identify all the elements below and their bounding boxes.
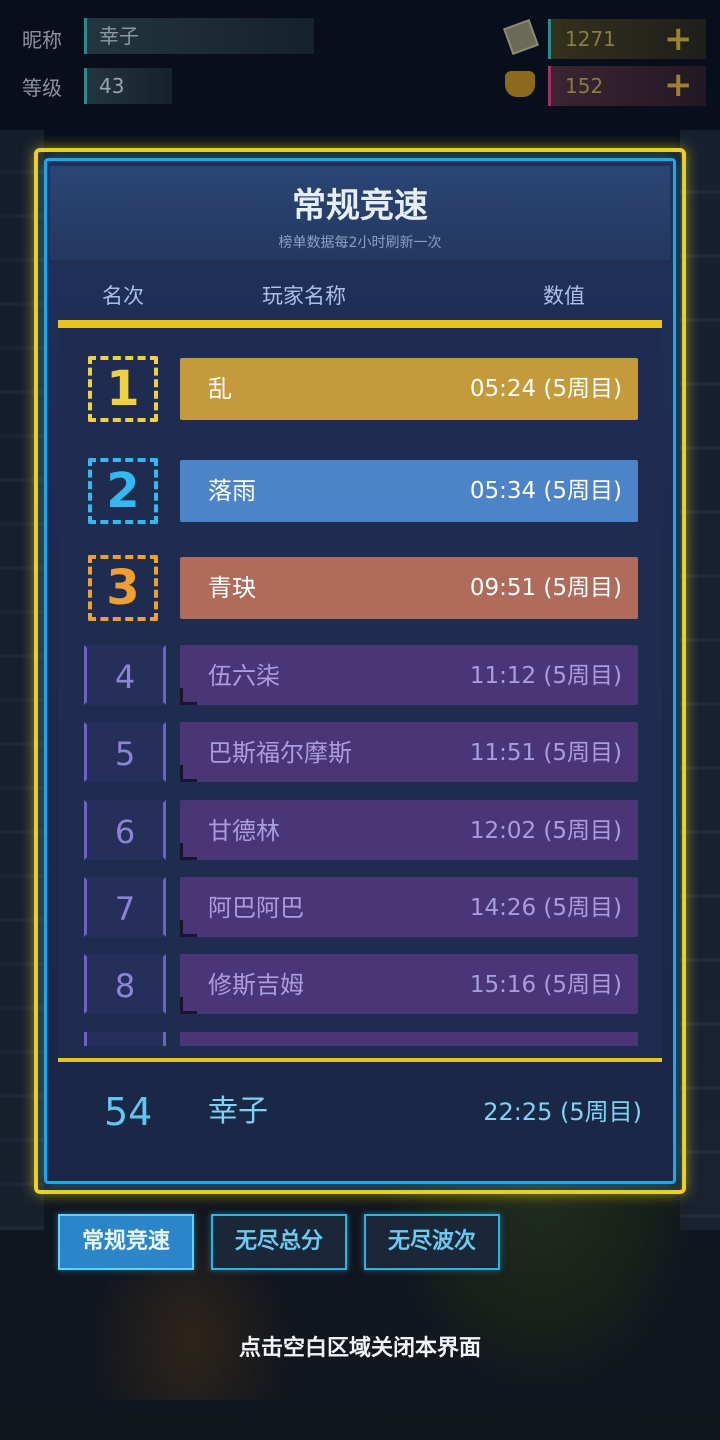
panel-subtitle: 榜单数据每2小时刷新一次 (278, 235, 442, 251)
player-name: 阿巴阿巴 (208, 894, 304, 922)
rank-number: 6 (84, 800, 166, 860)
column-player-header: 玩家名称 (262, 284, 346, 308)
rank-number-partial (84, 1032, 166, 1046)
player-value: 09:51 (5周目) (469, 575, 622, 601)
player-name: 落雨 (208, 477, 256, 505)
leaderboard-row: 1 乱 05:24 (5周目) (0, 356, 720, 422)
tab-endless-score[interactable]: 无尽总分 (211, 1214, 347, 1270)
my-rank-number: 54 (104, 1090, 153, 1134)
leaderboard-row: 3 青玦 09:51 (5周目) (0, 555, 720, 621)
rank-number: 8 (84, 954, 166, 1014)
rank-badge-blue: 2 (88, 458, 158, 524)
my-rank-row: 54 幸子 22:25 (5周目) (0, 1082, 720, 1142)
player-value: 05:24 (5周目) (469, 376, 622, 402)
my-player-name: 幸子 (208, 1094, 268, 1129)
coin-icon (503, 19, 539, 55)
leaderboard-row: 4 伍六柒 11:12 (5周目) (0, 645, 720, 709)
add-coin-button[interactable]: + (664, 22, 693, 56)
player-name: 修斯吉姆 (208, 971, 304, 999)
nickname-label: 昵称 (22, 28, 62, 52)
column-rank-header: 名次 (102, 284, 144, 308)
column-value-header: 数值 (543, 284, 585, 308)
leaderboard-row: 6 甘德林 12:02 (5周目) (0, 800, 720, 864)
my-player-value: 22:25 (5周目) (483, 1098, 642, 1126)
player-value: 05:34 (5周目) (469, 478, 622, 504)
rank-bar-partial (180, 1032, 638, 1046)
player-info-bar: 昵称 幸子 等级 43 1271 + 152 + (0, 0, 720, 118)
rank-number: 7 (84, 877, 166, 937)
close-hint-text: 点击空白区域关闭本界面 (238, 1336, 481, 1361)
player-name: 乱 (208, 375, 232, 403)
rank-number: 4 (84, 645, 166, 705)
player-value: 11:51 (5周目) (469, 740, 622, 766)
nickname-field: 幸子 (84, 18, 314, 54)
player-name: 巴斯福尔摩斯 (208, 739, 352, 767)
player-name: 甘德林 (208, 817, 280, 845)
leaderboard-row: 2 落雨 05:34 (5周目) (0, 458, 720, 524)
player-value: 14:26 (5周目) (469, 895, 622, 921)
tab-regular-race[interactable]: 常规竞速 (58, 1214, 194, 1270)
player-value: 12:02 (5周目) (469, 818, 622, 844)
cat-icon (505, 71, 535, 97)
rank-number: 5 (84, 722, 166, 782)
leaderboard-row: 8 修斯吉姆 15:16 (5周目) (0, 954, 720, 1018)
leaderboard-row: 7 阿巴阿巴 14:26 (5周目) (0, 877, 720, 941)
player-value: 11:12 (5周目) (469, 663, 622, 689)
leaderboard-row: 5 巴斯福尔摩斯 11:51 (5周目) (0, 722, 720, 786)
rank-badge-gold: 1 (88, 356, 158, 422)
panel-title: 常规竞速 (292, 186, 428, 226)
rank-badge-orange: 3 (88, 555, 158, 621)
tab-endless-waves[interactable]: 无尽波次 (364, 1214, 500, 1270)
player-value: 15:16 (5周目) (469, 972, 622, 998)
level-label: 等级 (22, 76, 62, 100)
player-name: 青玦 (208, 574, 256, 602)
player-name: 伍六柒 (208, 662, 280, 690)
add-cat-button[interactable]: + (664, 68, 693, 102)
level-field: 43 (84, 68, 172, 104)
